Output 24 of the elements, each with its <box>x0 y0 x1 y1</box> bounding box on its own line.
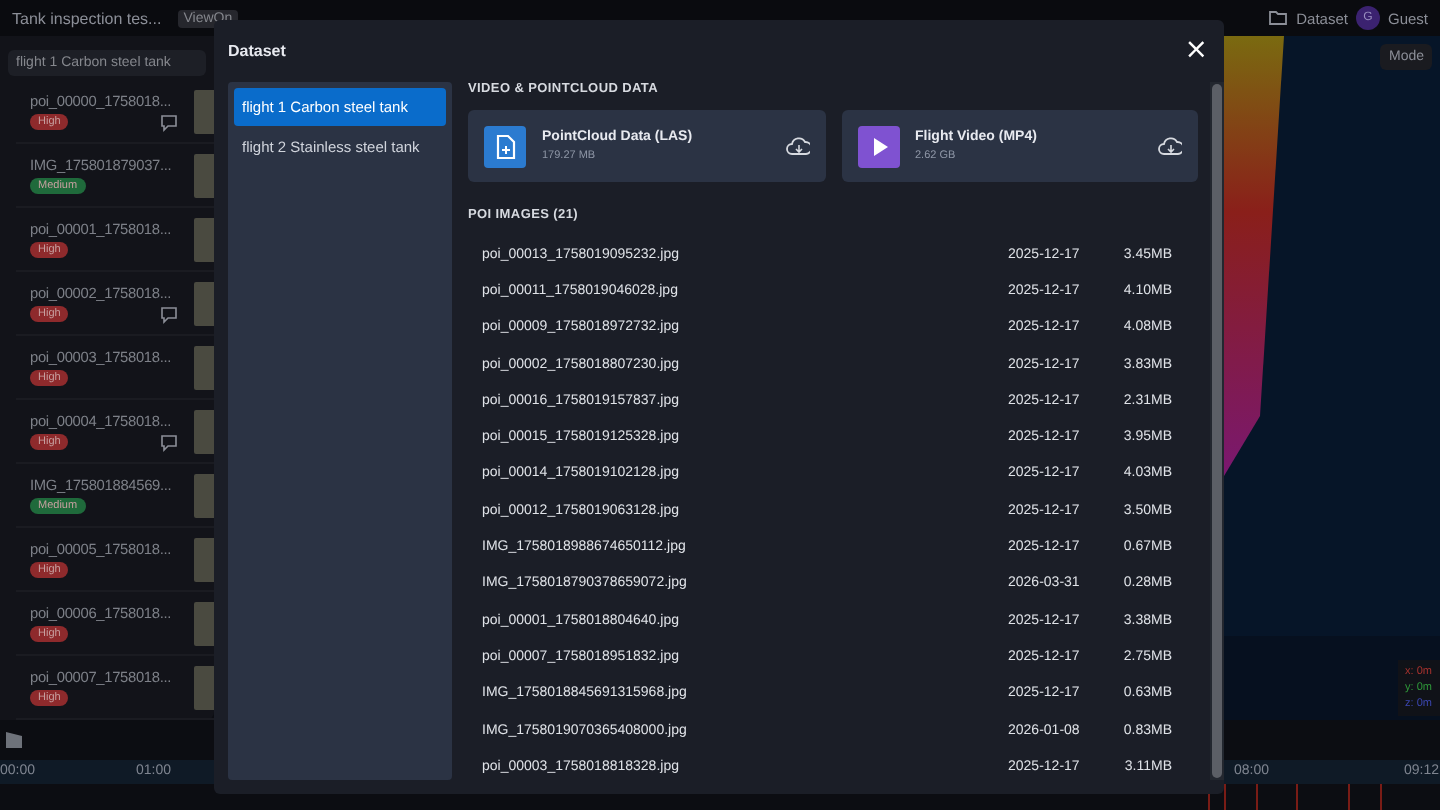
thumbnail-photo <box>194 281 214 325</box>
thumbnail-photo <box>194 473 214 517</box>
thumbnail-photo <box>194 345 214 389</box>
dialog-title: Dataset <box>228 41 286 59</box>
file-icon <box>484 125 526 167</box>
thumbnail-photo <box>194 89 214 133</box>
event-marker <box>1348 784 1350 810</box>
event-marker <box>1380 784 1382 810</box>
event-marker <box>1296 784 1298 810</box>
thumbnail-photo <box>194 153 214 197</box>
app-title: Tank inspection tes... <box>12 9 162 27</box>
event-marker <box>1224 784 1226 810</box>
thumbnail-photo <box>194 409 214 453</box>
thumbnail-photo <box>194 601 214 645</box>
folder-icon <box>1268 8 1289 28</box>
cloud-download-icon[interactable] <box>1158 136 1182 156</box>
close-button[interactable]: × <box>1184 36 1208 64</box>
thumbnail-photo <box>194 537 214 581</box>
play-icon <box>857 125 899 167</box>
thumbnail-photo <box>194 217 214 261</box>
event-marker <box>1256 784 1258 810</box>
cloud-download-icon[interactable] <box>785 136 809 156</box>
thumbnail-photo <box>194 665 214 709</box>
clapperboard-icon[interactable] <box>4 730 24 750</box>
